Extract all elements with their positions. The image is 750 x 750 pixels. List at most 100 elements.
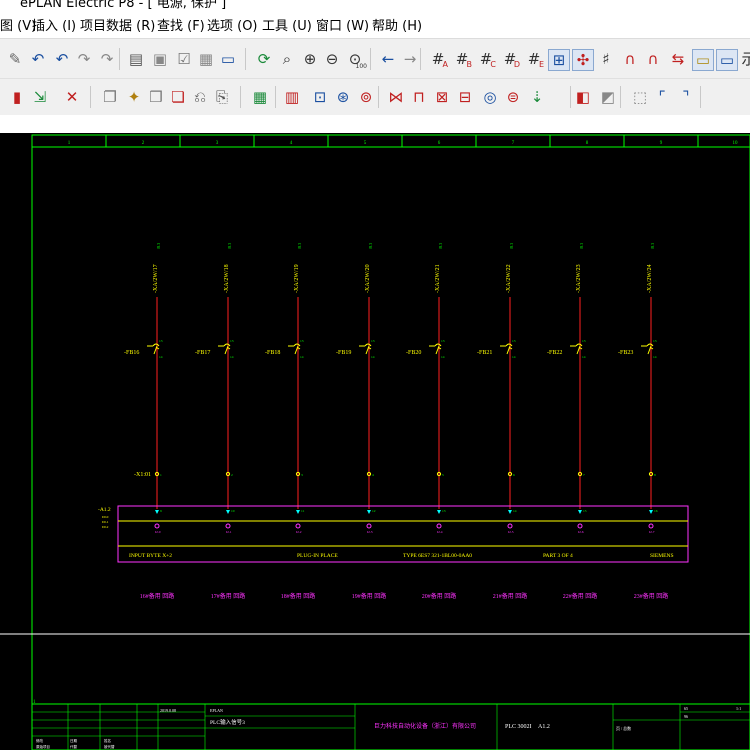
frame-column-number: 2 [142, 141, 145, 146]
input-pin-number: 12 [372, 509, 376, 513]
new-page-icon[interactable]: ✦ [124, 87, 144, 107]
title-block-page: A1.2 [538, 724, 550, 730]
redo-alt-icon[interactable]: ↷ [97, 49, 117, 69]
grid-toggle-icon[interactable]: ⊞ [548, 49, 570, 71]
input-pin-number: 10 [231, 509, 235, 513]
grid-c-icon[interactable]: # C [476, 49, 496, 69]
zoom-out-icon[interactable]: ⊖ [322, 49, 342, 69]
channel-ref-label: -XA/2W/22 [506, 264, 512, 293]
zoom-window-icon[interactable]: ⌕ [277, 49, 297, 69]
grid-a-icon[interactable]: # A [428, 49, 448, 69]
title-block-page-total: 96 [684, 714, 688, 719]
connection-point-icon[interactable]: ◎ [480, 87, 500, 107]
structure-box-icon[interactable]: ◩ [598, 87, 618, 107]
toolbar-separator [370, 48, 371, 70]
toolbar-separator [420, 48, 421, 70]
brush-icon[interactable]: ✎ [5, 49, 25, 69]
device-nav-icon[interactable]: ▮ [7, 87, 27, 107]
page-back-icon[interactable]: ⎌ [190, 87, 210, 107]
cable-icon[interactable]: ⋈ [386, 87, 406, 107]
input-address: I2.1 [226, 530, 232, 534]
grid-toggle-icon-glyph: ⊞ [552, 50, 566, 69]
wire-number-icon[interactable]: ⊓ [409, 87, 429, 107]
plc-icon[interactable]: ▥ [282, 87, 302, 107]
window-title-strip: ePLAN Electric P8 - [ 电源, 保护 ] [0, 0, 750, 10]
zoom-in-icon[interactable]: ⊕ [300, 49, 320, 69]
pound-icon[interactable]: ♯ [596, 49, 616, 69]
menu-item-1[interactable]: 插入 (I) [32, 15, 76, 34]
device-plug-icon[interactable]: ⊚ [356, 87, 376, 107]
breaker-pin: 14 [371, 355, 375, 359]
input-address: I2.0 [155, 530, 161, 534]
panel-icon[interactable]: ▭ [716, 49, 738, 71]
page-forward-icon[interactable]: ⎘ [212, 87, 232, 107]
device-select-icon[interactable]: ⊛ [333, 87, 353, 107]
undo-icon[interactable]: ↶ [28, 49, 48, 69]
delete-icon[interactable]: ✕ [62, 87, 82, 107]
input-arrow [437, 510, 441, 514]
black-box-icon[interactable]: ◧ [573, 87, 593, 107]
page-check-icon[interactable]: ☑ [174, 49, 194, 69]
zoom-window-icon-glyph: ⌕ [282, 49, 292, 68]
menu-item-4[interactable]: 选项 (O) [207, 15, 258, 34]
contact-icon[interactable]: ⊜ [503, 87, 523, 107]
channel-ref-page: /8.3 [509, 243, 514, 249]
input-point-circle [436, 523, 442, 529]
forward-arrow-icon[interactable]: → [400, 49, 420, 69]
grid-e-icon[interactable]: # E [524, 49, 544, 69]
interrupt-icon[interactable]: ⊟ [455, 87, 475, 107]
redo-icon[interactable]: ↷ [74, 49, 94, 69]
page-layout-icon[interactable]: ▤ [126, 49, 146, 69]
copy-page-icon[interactable]: ❐ [100, 87, 120, 107]
input-address: I2.3 [367, 530, 373, 534]
menu-item-3[interactable]: 查找 (F) [157, 15, 205, 34]
title-block-small-label: 被代替 [104, 744, 115, 749]
page-image-icon[interactable]: ▣ [150, 49, 170, 69]
terminal-tag: -X1:01 [134, 472, 151, 478]
menu-item-6[interactable]: 窗口 (W) [316, 15, 369, 34]
frame-column-number: 6 [438, 141, 441, 146]
breaker-pin: 14 [300, 355, 304, 359]
connection-icon[interactable]: ⇲ [30, 87, 50, 107]
page-tab-strip [0, 115, 750, 134]
grid-d-icon[interactable]: # D [500, 49, 520, 69]
channel-ref-page: /8.3 [227, 243, 232, 249]
title-block-company: 巨力科技自动化设备（浙江）有限公司 [374, 722, 476, 730]
page-edit-icon[interactable]: ❒ [146, 87, 166, 107]
channel-ref-page: /8.3 [368, 243, 373, 249]
connect-icon[interactable]: ⇆ [668, 49, 688, 69]
corner-left-icon[interactable]: ⌜ [652, 87, 672, 107]
potential-icon[interactable]: ⊠ [432, 87, 452, 107]
refresh-icon[interactable]: ⟳ [254, 49, 274, 69]
corner-right-icon[interactable]: ⌝ [676, 87, 696, 107]
menu-item-7[interactable]: 帮助 (H) [372, 15, 422, 34]
input-point-circle [225, 523, 231, 529]
undo-alt-icon[interactable]: ↶ [52, 49, 72, 69]
arrow-down-icon[interactable]: ⇣ [527, 87, 547, 107]
snap-icon[interactable]: ✣ [572, 49, 594, 71]
text-icon[interactable]: 示 [739, 49, 750, 69]
grid-d-icon-letter: D [513, 60, 520, 69]
brush-icon-glyph: ✎ [8, 49, 22, 68]
macro-icon[interactable]: ▦ [250, 87, 270, 107]
grid-table-icon[interactable]: ▦ [196, 49, 216, 69]
schematic-svg[interactable]: 1 2 3 4 5 6 7 8 9 10 1 -XA/2W/17/8.3 -FB16 14 13 1 -X1:0… [0, 133, 750, 750]
abc-icon[interactable]: ▭ [692, 49, 714, 71]
menu-item-5[interactable]: 工具 (U) [262, 15, 312, 34]
drawing-canvas[interactable]: 1 2 3 4 5 6 7 8 9 10 1 -XA/2W/17/8.3 -FB16 14 13 1 -X1:0… [0, 133, 750, 750]
magnet-edit-icon[interactable]: ∩ [643, 49, 663, 69]
window-icon[interactable]: ▭ [218, 49, 238, 69]
location-box-icon[interactable]: ⬚ [630, 87, 650, 107]
magnet-icon[interactable]: ∩ [620, 49, 640, 69]
title-block-page-desc: PLC输入信号3 [210, 718, 245, 726]
input-point-circle [648, 523, 654, 529]
redo-alt-icon-glyph: ↷ [100, 49, 114, 68]
terminal-strip-icon[interactable]: ⊡ [310, 87, 330, 107]
breaker-tag: -FB16 [124, 350, 139, 356]
zoom-100-icon[interactable]: ⊙ 100 [345, 49, 367, 70]
menu-item-0[interactable]: 图 (V) [0, 15, 36, 34]
back-arrow-icon[interactable]: ← [378, 49, 398, 69]
grid-b-icon[interactable]: # B [452, 49, 472, 69]
page-props-icon[interactable]: ❏ [168, 87, 188, 107]
menu-item-2[interactable]: 项目数据 (R) [80, 15, 155, 34]
